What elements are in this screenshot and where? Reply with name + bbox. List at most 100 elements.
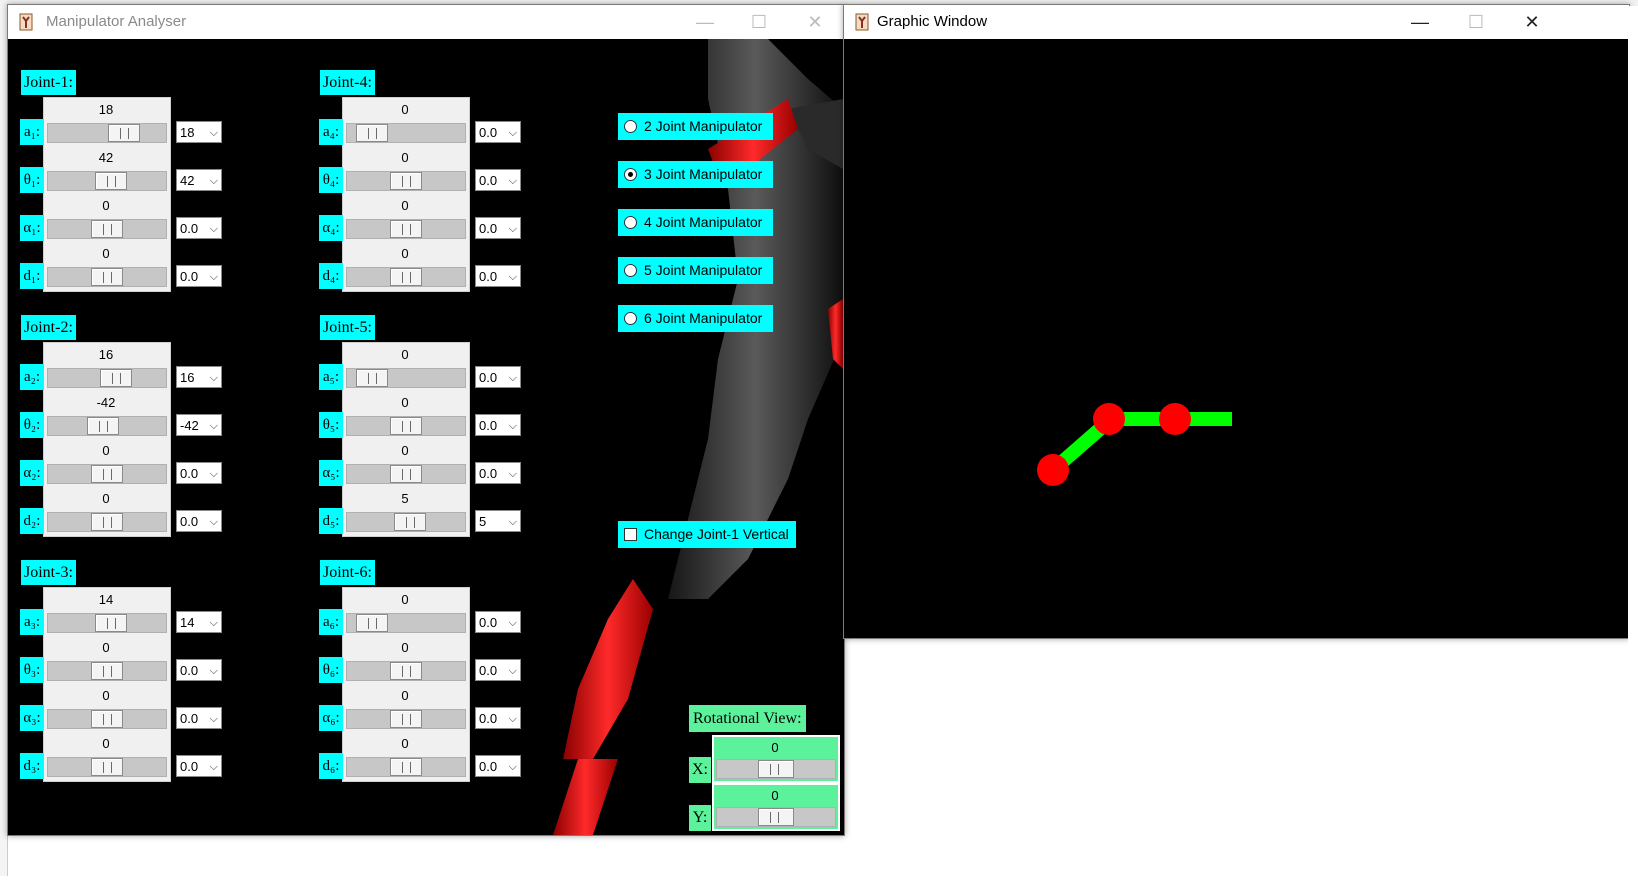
joint-1-param-4-combo[interactable]: 0.0 ⌵: [176, 265, 222, 287]
joint-5-param-1-combo[interactable]: 0.0 ⌵: [475, 366, 521, 388]
joint-5-param-3-slider[interactable]: [346, 464, 466, 484]
joint-3-param-3-combo[interactable]: 0.0 ⌵: [176, 707, 222, 729]
slider-thumb[interactable]: [758, 808, 794, 826]
joint-6-param-1-combo[interactable]: 0.0 ⌵: [475, 611, 521, 633]
joint-4-param-3-value: 0: [401, 198, 409, 213]
rotational-x-slider[interactable]: [716, 759, 836, 779]
joint-2-param-2-combo[interactable]: -42 ⌵: [176, 414, 222, 436]
slider-thumb[interactable]: [95, 614, 127, 632]
maximize-button[interactable]: ☐: [736, 5, 782, 39]
radio-icon[interactable]: [624, 168, 637, 181]
joint-3-param-1-slider[interactable]: [47, 613, 167, 633]
radio-icon[interactable]: [624, 312, 637, 325]
joint-5-param-2-combo[interactable]: 0.0 ⌵: [475, 414, 521, 436]
radio-icon[interactable]: [624, 120, 637, 133]
joint-5-param-2-slider[interactable]: [346, 416, 466, 436]
joint-2-param-1-label: a₂:: [20, 364, 44, 390]
radio-icon[interactable]: [624, 216, 637, 229]
joint-6-param-2-combo[interactable]: 0.0 ⌵: [475, 659, 521, 681]
joint-5-param-3-combo[interactable]: 0.0 ⌵: [475, 462, 521, 484]
slider-thumb[interactable]: [390, 710, 422, 728]
slider-thumb[interactable]: [91, 268, 123, 286]
slider-thumb[interactable]: [390, 417, 422, 435]
joint-2-param-4-slider[interactable]: [47, 512, 167, 532]
joint-1-param-1-slider[interactable]: [47, 123, 167, 143]
joint-2-param-1-slider[interactable]: [47, 368, 167, 388]
joint-6-param-4-slider[interactable]: [346, 757, 466, 777]
joint-2-param-3-slider[interactable]: [47, 464, 167, 484]
close-button[interactable]: ✕: [792, 5, 838, 39]
joint-1-param-3-combo[interactable]: 0.0 ⌵: [176, 217, 222, 239]
slider-thumb[interactable]: [91, 220, 123, 238]
radio-2-joint[interactable]: 2 Joint Manipulator: [618, 113, 773, 140]
analyser-titlebar[interactable]: Manipulator Analyser — ☐ ✕: [8, 5, 844, 39]
slider-thumb[interactable]: [390, 465, 422, 483]
slider-thumb[interactable]: [394, 513, 426, 531]
joint-4-param-1-combo[interactable]: 0.0 ⌵: [475, 121, 521, 143]
slider-thumb[interactable]: [390, 220, 422, 238]
slider-thumb[interactable]: [91, 662, 123, 680]
maximize-button[interactable]: ☐: [1453, 5, 1499, 39]
joint-6-param-1-slider[interactable]: [346, 613, 466, 633]
slider-thumb[interactable]: [91, 710, 123, 728]
joint-4-param-2-combo[interactable]: 0.0 ⌵: [475, 169, 521, 191]
minimize-button[interactable]: —: [1397, 5, 1443, 39]
minimize-button[interactable]: —: [682, 5, 728, 39]
joint-1-param-4-slider[interactable]: [47, 267, 167, 287]
joint-4-param-3-combo[interactable]: 0.0 ⌵: [475, 217, 521, 239]
slider-thumb[interactable]: [390, 662, 422, 680]
joint-4-param-2-slider[interactable]: [346, 171, 466, 191]
slider-thumb[interactable]: [100, 369, 132, 387]
joint-2-param-2-slider[interactable]: [47, 416, 167, 436]
joint-3-param-4-combo[interactable]: 0.0 ⌵: [176, 755, 222, 777]
joint-3-param-2-slider[interactable]: [47, 661, 167, 681]
slider-thumb[interactable]: [758, 760, 794, 778]
radio-3-joint[interactable]: 3 Joint Manipulator: [618, 161, 773, 188]
slider-thumb[interactable]: [390, 758, 422, 776]
joint-4-param-3-slider[interactable]: [346, 219, 466, 239]
joint-6-param-2-slider[interactable]: [346, 661, 466, 681]
checkbox-icon[interactable]: [624, 528, 637, 541]
slider-thumb[interactable]: [356, 614, 388, 632]
radio-5-joint[interactable]: 5 Joint Manipulator: [618, 257, 773, 284]
change-joint1-vertical-checkbox[interactable]: Change Joint-1 Vertical: [618, 521, 796, 548]
joint-5-param-4-slider[interactable]: [346, 512, 466, 532]
slider-thumb[interactable]: [108, 124, 140, 142]
joint-4-param-4-combo[interactable]: 0.0 ⌵: [475, 265, 521, 287]
joint-1-param-2-combo[interactable]: 42 ⌵: [176, 169, 222, 191]
slider-thumb[interactable]: [390, 172, 422, 190]
joint-2-param-4-combo[interactable]: 0.0 ⌵: [176, 510, 222, 532]
joint-3-param-2-combo[interactable]: 0.0 ⌵: [176, 659, 222, 681]
graphic-titlebar[interactable]: Graphic Window — ☐ ✕: [844, 5, 1629, 39]
radio-4-joint[interactable]: 4 Joint Manipulator: [618, 209, 773, 236]
joint-1-param-2-slider[interactable]: [47, 171, 167, 191]
close-button[interactable]: ✕: [1509, 5, 1555, 39]
joint-3-param-4-slider[interactable]: [47, 757, 167, 777]
slider-thumb[interactable]: [91, 465, 123, 483]
rotational-y-slider[interactable]: [716, 807, 836, 827]
slider-thumb[interactable]: [356, 369, 388, 387]
chevron-down-icon: ⌵: [508, 516, 517, 528]
slider-thumb[interactable]: [356, 124, 388, 142]
joint-6-param-3-combo[interactable]: 0.0 ⌵: [475, 707, 521, 729]
joint-3-param-3-slider[interactable]: [47, 709, 167, 729]
slider-thumb[interactable]: [91, 513, 123, 531]
joint-6-param-4-combo[interactable]: 0.0 ⌵: [475, 755, 521, 777]
graphic-canvas[interactable]: [844, 39, 1629, 638]
joint-4-param-4-slider[interactable]: [346, 267, 466, 287]
joint-2-param-3-combo[interactable]: 0.0 ⌵: [176, 462, 222, 484]
slider-thumb[interactable]: [390, 268, 422, 286]
radio-6-joint[interactable]: 6 Joint Manipulator: [618, 305, 773, 332]
joint-3-param-1-combo[interactable]: 14 ⌵: [176, 611, 222, 633]
joint-4-param-1-slider[interactable]: [346, 123, 466, 143]
slider-thumb[interactable]: [87, 417, 119, 435]
radio-icon[interactable]: [624, 264, 637, 277]
joint-5-param-1-slider[interactable]: [346, 368, 466, 388]
slider-thumb[interactable]: [95, 172, 127, 190]
joint-1-param-1-combo[interactable]: 18 ⌵: [176, 121, 222, 143]
joint-2-param-1-combo[interactable]: 16 ⌵: [176, 366, 222, 388]
slider-thumb[interactable]: [91, 758, 123, 776]
joint-5-param-4-combo[interactable]: 5 ⌵: [475, 510, 521, 532]
joint-1-param-3-slider[interactable]: [47, 219, 167, 239]
joint-6-param-3-slider[interactable]: [346, 709, 466, 729]
